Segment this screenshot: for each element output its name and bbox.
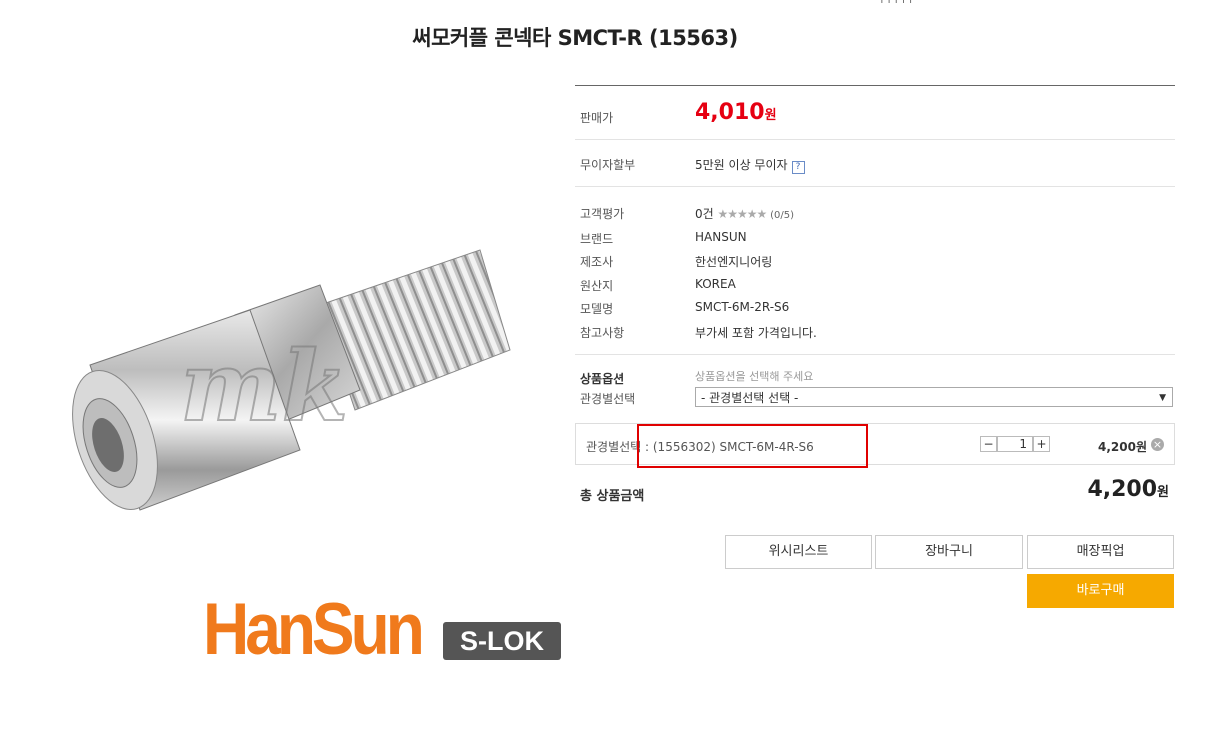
top-nav-fragment: | | | | | <box>880 0 1180 3</box>
help-icon[interactable]: ? <box>791 161 805 174</box>
total-unit: 원 <box>1157 485 1169 500</box>
cart-button[interactable]: 장바구니 <box>875 535 1023 569</box>
option-select-value: - 관경별선택 선택 - <box>701 391 799 405</box>
note-label: 참고사항 <box>580 326 625 340</box>
maker-label: 제조사 <box>580 255 614 269</box>
installment-group: 5만원 이상 무이자? <box>695 156 805 174</box>
brand-logo: HanSun S-LOK <box>203 587 573 674</box>
highlight-box <box>637 424 868 468</box>
quantity-stepper[interactable]: − 1 + <box>980 436 1050 452</box>
model-value: SMCT-6M-2R-S6 <box>695 300 790 314</box>
installment-value: 5만원 이상 무이자 <box>695 158 788 172</box>
total-value-group: 4,200원 <box>1087 477 1169 502</box>
option-select[interactable]: - 관경별선택 선택 - ▼ <box>695 387 1173 407</box>
qty-plus-button[interactable]: + <box>1033 436 1050 452</box>
options-hint: 상품옵션을 선택해 주세요 <box>695 370 814 383</box>
brand-logo-text: HanSun <box>203 587 425 670</box>
price-unit: 원 <box>764 108 777 123</box>
model-label: 모델명 <box>580 302 614 316</box>
installment-row: 무이자할부 5만원 이상 무이자? <box>575 140 1175 187</box>
rating-label: 고객평가 <box>580 207 625 221</box>
watermark: mk <box>180 330 348 443</box>
origin-label: 원산지 <box>580 279 614 293</box>
product-info-panel: 판매가 4,010원 무이자할부 5만원 이상 무이자? 고객평가 0건 ★★★… <box>575 85 1175 745</box>
note-value: 부가세 포함 가격입니다. <box>695 326 817 340</box>
rating-group: 0건 ★★★★★ (0/5) <box>695 205 794 222</box>
total-label: 총 상품금액 <box>580 489 645 504</box>
qty-input[interactable]: 1 <box>997 436 1033 452</box>
selected-option-box: 관경별선택 : (1556302) SMCT-6M-4R-S6 − 1 + 4,… <box>575 423 1175 468</box>
price-value-group: 4,010원 <box>695 100 777 125</box>
page-title: 써모커플 콘넥타 SMCT-R (15563) <box>412 26 738 50</box>
wishlist-button[interactable]: 위시리스트 <box>725 535 872 569</box>
price-label: 판매가 <box>580 111 614 125</box>
rating-score: (0/5) <box>770 210 795 221</box>
rating-stars: ★★★★★ <box>717 207 768 221</box>
origin-value: KOREA <box>695 277 736 291</box>
options-block: 상품옵션 상품옵션을 선택해 주세요 관경별선택 - 관경별선택 선택 - ▼ … <box>575 355 1175 745</box>
maker-value: 한선엔지니어링 <box>695 255 773 269</box>
pickup-button[interactable]: 매장픽업 <box>1027 535 1174 569</box>
selected-option-price: 4,200원 <box>1098 440 1147 454</box>
brand-badge: S-LOK <box>443 622 561 660</box>
total-value: 4,200 <box>1087 477 1158 502</box>
options-title: 상품옵션 <box>580 372 625 386</box>
rating-count: 0건 <box>695 207 714 221</box>
brand-value: HANSUN <box>695 230 747 244</box>
price-row: 판매가 4,010원 <box>575 86 1175 140</box>
options-label: 관경별선택 <box>580 392 636 406</box>
brand-label: 브랜드 <box>580 232 614 246</box>
qty-minus-button[interactable]: − <box>980 436 997 452</box>
remove-option-icon[interactable]: × <box>1151 438 1164 451</box>
details-block: 고객평가 0건 ★★★★★ (0/5) 브랜드 HANSUN 제조사 한선엔지니… <box>575 187 1175 355</box>
installment-label: 무이자할부 <box>580 158 636 172</box>
price-value: 4,010 <box>695 100 765 125</box>
chevron-down-icon: ▼ <box>1159 393 1166 403</box>
buy-now-button[interactable]: 바로구매 <box>1027 574 1174 608</box>
